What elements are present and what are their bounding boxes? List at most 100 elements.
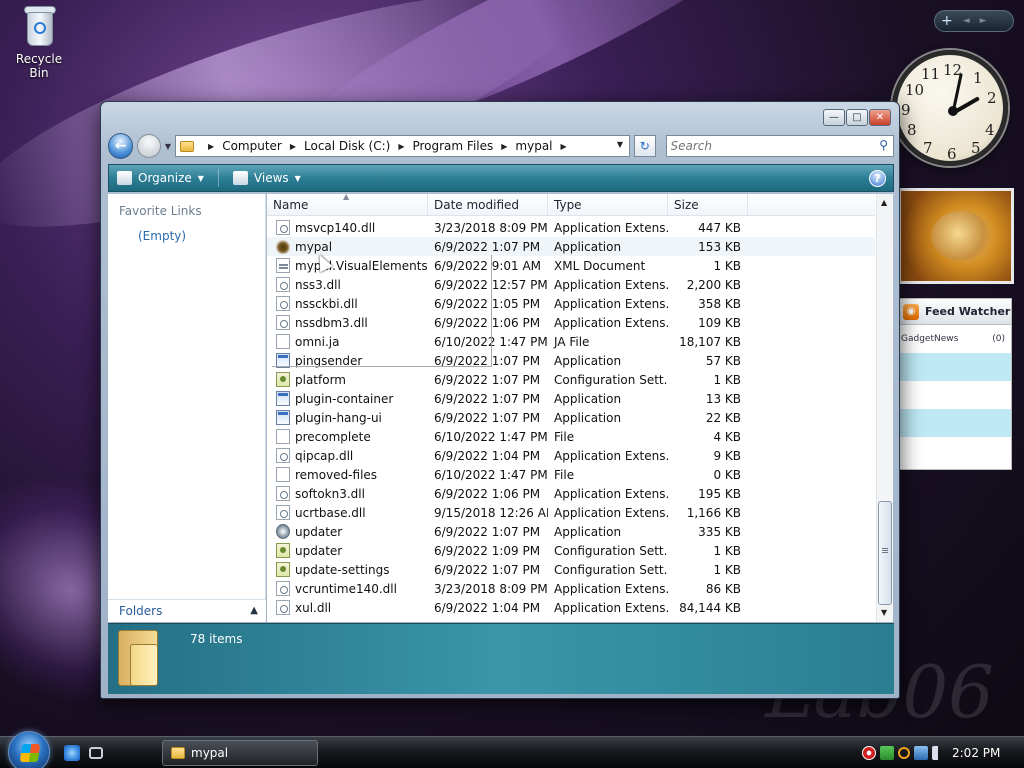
file-row[interactable]: xul.dll 6/9/2022 1:04 PM Application Exten…: [267, 598, 875, 617]
command-bar: Organize ▼ Views ▼ ?: [108, 164, 894, 192]
file-row[interactable]: updater 6/9/2022 1:09 PM Configuration Set…: [267, 541, 875, 560]
column-header-date[interactable]: Date modified: [428, 194, 548, 216]
folders-toggle[interactable]: Folders ▲: [108, 599, 266, 621]
previous-page-button[interactable]: ◄: [963, 16, 970, 26]
taskbar-clock[interactable]: 2:02 PM: [952, 746, 1000, 760]
dll-file-icon: [276, 220, 290, 235]
file-row[interactable]: vcruntime140.dll 3/23/2018 8:09 PM Applica…: [267, 579, 875, 598]
column-header-type[interactable]: Type: [548, 194, 668, 216]
folder-icon: [180, 140, 195, 152]
column-header-name[interactable]: ▲ Name: [267, 192, 428, 216]
address-dropdown-icon[interactable]: ▼: [617, 140, 623, 149]
search-input[interactable]: [666, 136, 867, 156]
file-type: Application Extens...: [554, 581, 668, 596]
dll-file-icon: [276, 581, 290, 596]
clock-number: 5: [971, 139, 981, 157]
address-bar[interactable]: ▶ Computer ▶ Local Disk (C:) ▶ Program F…: [175, 135, 630, 157]
file-date: 6/9/2022 1:07 PM: [434, 391, 541, 406]
favorite-links-empty: (Empty): [138, 229, 187, 243]
recycle-bin-shortcut[interactable]: Recycle Bin: [6, 4, 72, 80]
file-type: Configuration Sett...: [554, 543, 668, 558]
file-size: 9 KB: [713, 448, 741, 463]
breadcrumb-separator-icon[interactable]: ▶: [290, 142, 296, 151]
close-button[interactable]: ✕: [869, 109, 891, 126]
scroll-thumb[interactable]: [878, 501, 892, 605]
file-row[interactable]: ucrtbase.dll 9/15/2018 12:26 AM Applicatio…: [267, 503, 875, 522]
breadcrumb-mypal[interactable]: mypal: [515, 139, 552, 153]
start-button[interactable]: [8, 731, 50, 768]
breadcrumb-separator-icon[interactable]: ▶: [208, 142, 214, 151]
minimize-button[interactable]: —: [823, 109, 845, 126]
search-box[interactable]: ⚲: [665, 135, 894, 157]
back-button[interactable]: ←: [108, 133, 134, 159]
feed-watcher-gadget[interactable]: ◉ Feed Watcher GadgetNews (0): [898, 298, 1012, 470]
security-alert-icon[interactable]: [862, 745, 876, 760]
clock-gadget[interactable]: 12 1 2 3 4 5 6 7 8 9 10 11: [892, 50, 1008, 166]
feed-item[interactable]: [899, 381, 1011, 409]
search-tray-icon[interactable]: [898, 746, 910, 759]
file-name: msvcp140.dll: [295, 220, 376, 235]
file-size: 0 KB: [713, 467, 741, 482]
feed-header: ◉ Feed Watcher: [899, 299, 1011, 325]
file-row[interactable]: softokn3.dll 6/9/2022 1:06 PM Application …: [267, 484, 875, 503]
file-type: Configuration Sett...: [554, 372, 668, 387]
file-row[interactable]: update-settings 6/9/2022 1:07 PM Configura…: [267, 560, 875, 579]
breadcrumb-separator-icon[interactable]: ▶: [398, 142, 404, 151]
views-menu-button[interactable]: Views ▼: [232, 171, 301, 185]
feed-item[interactable]: [899, 409, 1011, 437]
volume-icon[interactable]: [932, 745, 942, 760]
file-date: 3/23/2018 8:09 PM: [434, 220, 548, 235]
feed-source-row[interactable]: GadgetNews (0): [899, 325, 1011, 353]
navigation-pane: Favorite Links (Empty): [108, 194, 266, 622]
forward-button[interactable]: →: [137, 134, 161, 158]
vertical-scrollbar[interactable]: ▲ ▼: [876, 194, 893, 622]
file-name: xul.dll: [295, 600, 332, 615]
internet-explorer-icon[interactable]: [64, 745, 80, 761]
file-row[interactable]: mypal 6/9/2022 1:07 PM Application 153 KB: [267, 237, 875, 256]
next-page-button[interactable]: ►: [980, 16, 987, 26]
file-type: Application Extens...: [554, 448, 668, 463]
file-type: File: [554, 467, 575, 482]
scroll-down-icon[interactable]: ▼: [881, 608, 887, 617]
breadcrumb-program-files[interactable]: Program Files: [412, 139, 493, 153]
search-icon[interactable]: ⚲: [879, 138, 888, 152]
file-row[interactable]: msvcp140.dll 3/23/2018 8:09 PM Application…: [267, 218, 875, 237]
network-status-icon[interactable]: [880, 745, 894, 760]
file-date: 6/9/2022 1:09 PM: [434, 543, 541, 558]
breadcrumb-local-disk[interactable]: Local Disk (C:): [304, 139, 390, 153]
file-row[interactable]: updater 6/9/2022 1:07 PM Application 335 KB: [267, 522, 875, 541]
breadcrumb-separator-icon[interactable]: ▶: [561, 142, 567, 151]
file-name-cell: update-settings: [267, 562, 428, 577]
file-row[interactable]: platform 6/9/2022 1:07 PM Configuration Se…: [267, 370, 875, 389]
network-icon[interactable]: [914, 745, 928, 760]
scroll-up-icon[interactable]: ▲: [881, 198, 887, 207]
file-size: 57 KB: [705, 353, 741, 368]
file-row[interactable]: plugin-hang-ui 6/9/2022 1:07 PM Applicatio…: [267, 408, 875, 427]
details-pane: 78 items: [108, 623, 894, 694]
file-row[interactable]: plugin-container 6/9/2022 1:07 PM Applicat…: [267, 389, 875, 408]
add-gadget-button[interactable]: +: [941, 14, 953, 28]
file-row[interactable]: precomplete 6/10/2022 1:47 PM File 4 KB: [267, 427, 875, 446]
show-desktop-icon[interactable]: [89, 747, 103, 759]
file-row[interactable]: qipcap.dll 6/9/2022 1:04 PM Application Ex…: [267, 446, 875, 465]
breadcrumb-computer[interactable]: Computer: [222, 139, 282, 153]
recent-pages-dropdown[interactable]: ▼: [165, 142, 171, 151]
feed-item[interactable]: [899, 437, 1011, 465]
refresh-button[interactable]: ↻: [633, 135, 656, 157]
file-type: Application Extens...: [554, 486, 668, 501]
file-date: 6/9/2022 1:07 PM: [434, 372, 541, 387]
column-header-size[interactable]: Size: [668, 194, 748, 216]
slideshow-gadget[interactable]: [898, 188, 1014, 284]
help-button[interactable]: ?: [869, 170, 886, 187]
feed-item[interactable]: [899, 353, 1011, 381]
maximize-button[interactable]: □: [846, 109, 868, 126]
file-type: Application Extens...: [554, 505, 668, 520]
taskbar-button-mypal[interactable]: mypal: [162, 740, 318, 766]
organize-menu-button[interactable]: Organize ▼: [117, 171, 204, 185]
file-name-cell: softokn3.dll: [267, 486, 428, 501]
file-name: update-settings: [295, 562, 390, 577]
file-size: 109 KB: [698, 315, 741, 330]
file-row[interactable]: removed-files 6/10/2022 1:47 PM File 0 KB: [267, 465, 875, 484]
upd-file-icon: [276, 524, 290, 539]
breadcrumb-separator-icon[interactable]: ▶: [501, 142, 507, 151]
